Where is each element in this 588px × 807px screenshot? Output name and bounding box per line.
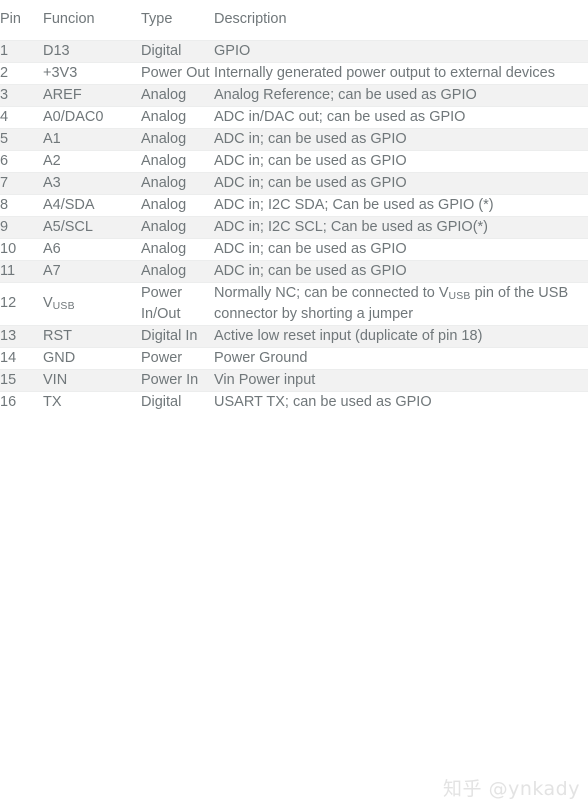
cell-pin: 5 xyxy=(0,130,9,147)
subscript-text: USB xyxy=(448,290,471,302)
table-row: 11 A7 Analog ADC in; can be used as GPIO xyxy=(0,260,588,282)
table-row: 4 A0/DAC0 Analog ADC in/DAC out; can be use… xyxy=(0,106,588,128)
cell-pin: 11 xyxy=(0,262,16,279)
cell-type: Power In xyxy=(141,371,199,388)
cell-funcion: +3V3 xyxy=(43,64,78,81)
table-row: 6 A2 Analog ADC in; can be used as GPIO xyxy=(0,150,588,172)
cell-pin: 7 xyxy=(0,174,9,191)
table-header-row: Pin Funcion Type Description xyxy=(0,0,588,40)
cell-type: Power In/Out xyxy=(141,284,183,322)
cell-pin: 6 xyxy=(0,152,9,169)
cell-funcion: AREF xyxy=(43,86,82,103)
cell-funcion: VIN xyxy=(43,371,68,388)
cell-funcion: GND xyxy=(43,349,76,366)
cell-type: Analog xyxy=(141,240,187,257)
pin-description-table: Pin Funcion Type Description 1 D13 Digital… xyxy=(0,0,588,413)
cell-description: ADC in; I2C SCL; Can be used as GPIO(*) xyxy=(214,218,488,235)
cell-description: Power Ground xyxy=(214,349,308,366)
table-row: 5 A1 Analog ADC in; can be used as GPIO xyxy=(0,128,588,150)
cell-type: Digital In xyxy=(141,327,198,344)
cell-type: Analog xyxy=(141,86,187,103)
table-row: 7 A3 Analog ADC in; can be used as GPIO xyxy=(0,172,588,194)
cell-funcion: VUSB xyxy=(43,295,75,313)
cell-pin: 14 xyxy=(0,349,17,366)
cell-pin: 2 xyxy=(0,64,9,81)
cell-description: Vin Power input xyxy=(214,371,316,388)
table-header: Pin Funcion Type Description xyxy=(0,0,588,40)
cell-description: GPIO xyxy=(214,42,251,59)
cell-pin: 8 xyxy=(0,196,9,213)
cell-funcion: RST xyxy=(43,327,72,344)
cell-pin: 16 xyxy=(0,393,17,410)
table-body: 1 D13 Digital GPIO 2 +3V3 Power Out Internally … xyxy=(0,40,588,413)
cell-description: ADC in; can be used as GPIO xyxy=(214,240,407,257)
cell-type: Analog xyxy=(141,108,187,125)
cell-pin: 12 xyxy=(0,295,17,311)
cell-funcion: A1 xyxy=(43,130,61,147)
table-row: 9 A5/SCL Analog ADC in; I2C SCL; Can be use… xyxy=(0,216,588,238)
column-header-description: Description xyxy=(214,11,287,28)
column-header-pin: Pin xyxy=(0,11,21,28)
cell-pin: 1 xyxy=(0,42,9,59)
cell-funcion: A6 xyxy=(43,240,61,257)
cell-funcion: A0/DAC0 xyxy=(43,108,104,125)
subscript-text: USB xyxy=(52,301,75,313)
table-row: 13 RST Digital In Active low reset input (d… xyxy=(0,325,588,347)
cell-funcion: A7 xyxy=(43,262,61,279)
cell-type: Digital xyxy=(141,393,182,410)
cell-description: Active low reset input (duplicate of pin… xyxy=(214,327,483,344)
table-row: 1 D13 Digital GPIO xyxy=(0,40,588,62)
cell-funcion: D13 xyxy=(43,42,70,59)
cell-description: Internally generated power output to ext… xyxy=(214,64,555,81)
cell-type: Analog xyxy=(141,196,187,213)
cell-description: Normally NC; can be connected to VUSB pi… xyxy=(214,284,569,322)
cell-funcion: A3 xyxy=(43,174,61,191)
cell-type: Analog xyxy=(141,174,187,191)
column-header-type: Type xyxy=(141,11,173,28)
cell-pin: 3 xyxy=(0,86,9,103)
cell-funcion: A2 xyxy=(43,152,61,169)
cell-description: ADC in; can be used as GPIO xyxy=(214,262,407,279)
cell-funcion: TX xyxy=(43,393,62,410)
cell-description: ADC in; I2C SDA; Can be used as GPIO (*) xyxy=(214,196,494,213)
cell-pin: 15 xyxy=(0,371,17,388)
table-row: 2 +3V3 Power Out Internally generated power… xyxy=(0,62,588,84)
cell-funcion: A4/SDA xyxy=(43,196,95,213)
cell-description: Analog Reference; can be used as GPIO xyxy=(214,86,477,103)
cell-type: Power Out xyxy=(141,64,210,81)
cell-description: ADC in/DAC out; can be used as GPIO xyxy=(214,108,466,125)
cell-pin: 9 xyxy=(0,218,9,235)
zhihu-watermark: 知乎 @ynkady xyxy=(443,778,580,800)
cell-description: USART TX; can be used as GPIO xyxy=(214,393,432,410)
cell-description: ADC in; can be used as GPIO xyxy=(214,174,407,191)
table-row: 16 TX Digital USART TX; can be used as GPIO xyxy=(0,391,588,413)
cell-funcion: A5/SCL xyxy=(43,218,93,235)
table-row: 14 GND Power Power Ground xyxy=(0,347,588,369)
table-row: 10 A6 Analog ADC in; can be used as GPIO xyxy=(0,238,588,260)
cell-pin: 10 xyxy=(0,240,17,257)
table-row: 8 A4/SDA Analog ADC in; I2C SDA; Can be use… xyxy=(0,194,588,216)
table-row: 15 VIN Power In Vin Power input xyxy=(0,369,588,391)
cell-type: Analog xyxy=(141,152,187,169)
cell-pin: 13 xyxy=(0,327,17,344)
column-header-funcion: Funcion xyxy=(43,11,95,28)
cell-description: ADC in; can be used as GPIO xyxy=(214,130,407,147)
cell-type: Power xyxy=(141,349,183,366)
cell-type: Digital xyxy=(141,42,182,59)
cell-type: Analog xyxy=(141,262,187,279)
cell-description: ADC in; can be used as GPIO xyxy=(214,152,407,169)
table-row: 12 VUSB Power In/Out Normally NC; can be co… xyxy=(0,282,588,325)
cell-type: Analog xyxy=(141,130,187,147)
cell-type: Analog xyxy=(141,218,187,235)
cell-pin: 4 xyxy=(0,108,9,125)
table-row: 3 AREF Analog Analog Reference; can be used… xyxy=(0,84,588,106)
